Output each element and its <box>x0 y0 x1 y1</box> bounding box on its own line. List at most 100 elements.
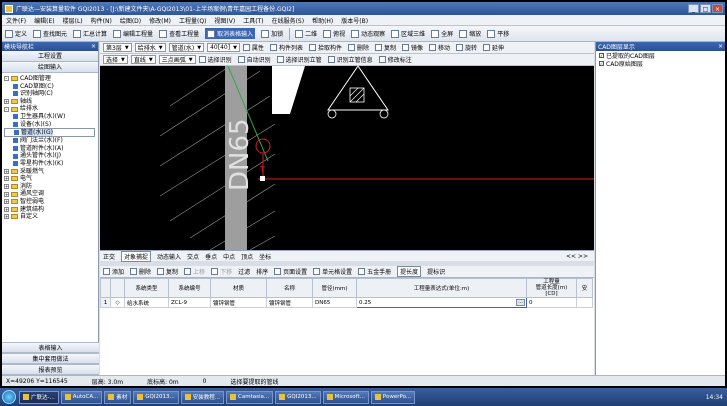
zoom-button[interactable]: 缩放 <box>459 29 481 38</box>
vertex-snap[interactable]: 顶点 <box>241 252 253 261</box>
tree-item[interactable]: + 电气 <box>4 175 98 183</box>
menu-component[interactable]: 构件(N) <box>91 16 112 25</box>
taskbar-item[interactable]: 安装教程... <box>180 390 224 404</box>
pan-button[interactable]: 平移 <box>487 29 509 38</box>
ellipsis-button[interactable]: … <box>516 299 525 306</box>
auto-recognize-button[interactable]: 自动识别 <box>237 55 271 64</box>
component-list-button[interactable]: 构件列表 <box>269 43 303 52</box>
extend-button[interactable]: 延伸 <box>483 43 504 52</box>
col-header-quantity[interactable]: 工程量 管道长度(m) [CD] <box>526 278 577 298</box>
move-up-button[interactable]: 上移 <box>184 267 205 276</box>
taskbar-item[interactable]: GQI2013... <box>275 390 321 404</box>
riser-info-button[interactable]: 识别立管信息 <box>327 55 373 64</box>
perpendicular-snap[interactable]: 垂点 <box>205 252 217 261</box>
taskbar-item[interactable]: PowerPo... <box>370 390 416 404</box>
minimize-button[interactable]: _ <box>688 4 699 13</box>
tree-item[interactable]: + 轴线 <box>4 98 98 106</box>
checkbox-icon[interactable]: ✓ <box>599 52 604 58</box>
line-tool[interactable]: 直线 ▼ <box>130 55 156 64</box>
page-setup-button[interactable]: 页面设置 <box>274 267 307 276</box>
collapse-icon[interactable]: - <box>4 76 9 82</box>
tree-item[interactable]: - CAD图管理 <box>4 75 98 83</box>
tree-item[interactable]: 识别轴网(C) <box>4 90 98 98</box>
delete-row-button[interactable]: 删除 <box>130 267 151 276</box>
lock-button[interactable]: 加锁 <box>261 29 283 38</box>
delete-button[interactable]: 删除 <box>347 43 369 52</box>
project-settings-button[interactable]: 工程设置 <box>2 51 98 62</box>
floor-select[interactable]: 第3层 ▼ <box>103 43 132 52</box>
menu-online[interactable]: 在线服务(S) <box>272 16 305 25</box>
cancel-table-input-button[interactable]: 取消表格输入 <box>205 28 256 39</box>
define-button[interactable]: 定义 <box>5 29 27 38</box>
taskbar-clock[interactable]: 14:34 <box>706 394 723 401</box>
cell-system-no[interactable]: ZCL-9 <box>168 297 211 308</box>
property-button[interactable]: 属性 <box>242 43 264 52</box>
snap-nav-arrows[interactable]: << >> <box>566 253 588 260</box>
tree-item[interactable]: + 通风空调 <box>4 190 98 198</box>
taskbar-item[interactable]: Microsoft... <box>322 390 369 404</box>
arc-tool[interactable]: 三点画弧 ▼ <box>158 55 196 64</box>
close-button[interactable]: × <box>712 4 723 13</box>
col-header-name[interactable]: 名称 <box>266 278 313 298</box>
expand-icon[interactable]: + <box>4 176 9 182</box>
tree-item[interactable]: + 消防 <box>4 183 98 191</box>
expand-icon[interactable]: + <box>4 184 9 190</box>
expression-input[interactable]: 0.25 … <box>356 297 527 308</box>
drawing-canvas[interactable]: DN65 T <box>100 66 594 250</box>
select-recognize-button[interactable]: 选择识别 <box>198 55 232 64</box>
rotate-button[interactable]: 旋转 <box>456 43 477 52</box>
menu-draw[interactable]: 绘图(D) <box>120 16 141 25</box>
col-header-system-type[interactable]: 系统类型 <box>124 278 169 298</box>
tree-item[interactable]: 阀门法兰(水)(F) <box>4 137 98 145</box>
taskbar-item[interactable]: GQI2013... <box>133 390 179 404</box>
report-preview-button[interactable]: 报表预览 <box>2 364 99 375</box>
table-row[interactable]: 1 ◇ 给水系统 ZCL-9 镀锌钢管 镀锌钢管 DN65 0.25 … 0 <box>100 297 593 308</box>
expand-icon[interactable]: + <box>4 191 9 197</box>
copy-row-button[interactable]: 复制 <box>157 267 178 276</box>
dynamic-input-toggle[interactable]: 动态输入 <box>157 252 181 261</box>
recognize-riser-button[interactable]: 选择识别立管 <box>276 55 322 64</box>
expand-icon[interactable]: + <box>4 99 9 105</box>
menu-floor[interactable]: 楼层(L) <box>63 16 83 25</box>
col-header-extra[interactable]: 安 <box>576 278 593 298</box>
menu-modify[interactable]: 修改(M) <box>149 16 171 25</box>
col-header-diameter[interactable]: 管径(mm) <box>312 278 357 298</box>
dynamic-view-button[interactable]: 动态观察 <box>351 29 385 38</box>
view-quantity-button[interactable]: 查看工程量 <box>159 29 199 38</box>
taskbar-item[interactable]: 广联达-... <box>19 390 59 404</box>
spec-select[interactable]: 40[40] ▼ <box>207 43 240 52</box>
expand-icon[interactable]: + <box>4 206 9 212</box>
midpoint-snap[interactable]: 中点 <box>223 252 235 261</box>
cell-system-type[interactable]: 给水系统 <box>124 297 169 308</box>
tree-item[interactable]: 管道(水)(G) <box>4 128 95 138</box>
tree-item[interactable]: 设备(水)(S) <box>4 121 98 129</box>
tree-item[interactable]: 卫生器具(水)(W) <box>4 113 98 121</box>
summary-calc-button[interactable]: 汇总计算 <box>73 29 107 38</box>
menu-help[interactable]: 帮助(H) <box>312 16 333 25</box>
collapse-icon[interactable]: - <box>4 106 9 112</box>
panel-close-icon[interactable]: × <box>718 43 723 50</box>
col-header-expression[interactable]: 工程量表达式(单位:m) <box>356 278 527 298</box>
menu-version[interactable]: 版本号(B) <box>341 16 368 25</box>
intersection-snap[interactable]: 交点 <box>187 252 199 261</box>
extract-length-button[interactable]: 提长度 <box>397 266 422 277</box>
mirror-button[interactable]: 镜像 <box>402 43 423 52</box>
edit-quantity-button[interactable]: 编辑工程量 <box>113 29 153 38</box>
find-element-button[interactable]: 查找图元 <box>33 29 67 38</box>
coordinate-snap[interactable]: 坐标 <box>259 252 271 261</box>
filter-button[interactable]: 过滤 <box>238 267 250 276</box>
menu-quantity[interactable]: 工程量(Q) <box>179 16 206 25</box>
tree-item[interactable]: - 给排水 <box>4 105 98 113</box>
view-2d-button[interactable]: 二维 <box>295 29 317 38</box>
modify-label-button[interactable]: 修改标注 <box>378 55 412 64</box>
expand-icon[interactable]: + <box>4 199 9 205</box>
expand-icon[interactable]: + <box>4 214 9 220</box>
col-header-material[interactable]: 材质 <box>210 278 267 298</box>
menu-tools[interactable]: 工具(T) <box>243 16 263 25</box>
extract-mark-button[interactable]: 提标识 <box>427 267 445 276</box>
checkbox-icon[interactable]: ✓ <box>599 60 604 66</box>
tree-item[interactable]: + 自定义 <box>4 213 98 221</box>
nav-close-icon[interactable]: × <box>91 43 96 50</box>
taskbar-item[interactable]: AutoCA... <box>60 390 103 404</box>
menu-edit[interactable]: 编辑(E) <box>34 16 54 25</box>
